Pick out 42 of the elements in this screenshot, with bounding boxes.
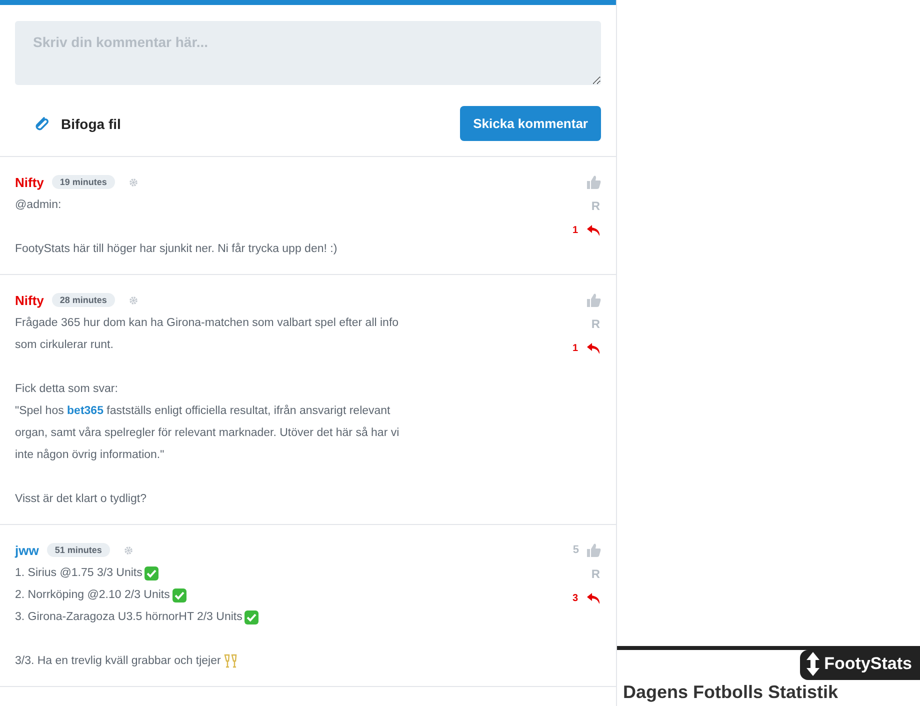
comment-author[interactable]: jww <box>15 542 39 558</box>
reply-count: 3 <box>572 592 578 604</box>
comment-text: 3. Girona-Zaragoza U3.5 hörnorHT 2/3 Units <box>15 610 242 625</box>
thumbs-up-icon <box>587 175 601 189</box>
comment-time: 19 minutes <box>52 175 115 189</box>
check-mark-icon <box>244 610 260 624</box>
reply-arrow-icon <box>586 592 601 604</box>
thumbs-up-icon <box>587 293 601 307</box>
like-count: 5 <box>572 544 579 556</box>
up-down-arrow-icon <box>806 652 820 676</box>
check-mark-icon <box>144 566 160 580</box>
comment-text: "Spel hos bet365 fastställs enligt officiella resultat, ifrån ansvarigt relevant organ, samt våra spelregler för relevant marknader. Utöver det här så har vi inte någon övrig information." <box>15 404 400 463</box>
comment-text: Visst är det klart o tydligt? <box>15 492 146 507</box>
footystats-logo: FootyStats <box>800 650 920 680</box>
comment-time: 51 minutes <box>46 543 110 557</box>
comment-text: Frågade 365 hur dom kan ha Girona-matchen som valbart spel efter all info som cirkulerar runt. <box>15 316 400 353</box>
champagne-glasses-icon <box>222 653 238 669</box>
report-button[interactable]: R <box>590 317 601 331</box>
reply-count: 1 <box>572 342 578 354</box>
submit-comment-button[interactable]: Skicka kommentar <box>460 106 601 141</box>
comment-author[interactable]: Nifty <box>15 174 44 190</box>
reply-arrow-icon <box>586 224 601 236</box>
comment-time: 28 minutes <box>52 293 115 307</box>
check-mark-icon <box>172 588 187 602</box>
thumbs-up-icon <box>587 543 601 557</box>
comment-text: @admin: <box>15 198 62 213</box>
report-button[interactable]: R <box>590 199 601 213</box>
comment-author[interactable]: Nifty <box>15 292 44 308</box>
attach-file-button[interactable]: Bifoga fil <box>15 114 121 134</box>
link[interactable]: bet365 <box>67 405 104 417</box>
comment-text: 1. Sirius @1.75 3/3 Units <box>15 566 142 581</box>
comment-text: 3/3. Ha en trevlig kväll grabbar och tjejer <box>15 654 221 669</box>
comment-text: 2. Norrköping @2.10 2/3 Units <box>15 588 170 603</box>
reply-count: 1 <box>572 224 578 236</box>
report-button[interactable]: R <box>590 567 601 581</box>
gear-icon <box>124 546 133 554</box>
comment-text: Fick detta som svar: <box>15 382 118 397</box>
comment-text: FootyStats här till höger har sjunkit ner. Ni får trycka upp den! :) <box>15 242 338 257</box>
gear-icon <box>128 178 138 186</box>
gear-icon <box>128 296 138 304</box>
widget-heading: Dagens Fotbolls Statistik <box>622 681 840 704</box>
reply-arrow-icon <box>586 342 601 354</box>
